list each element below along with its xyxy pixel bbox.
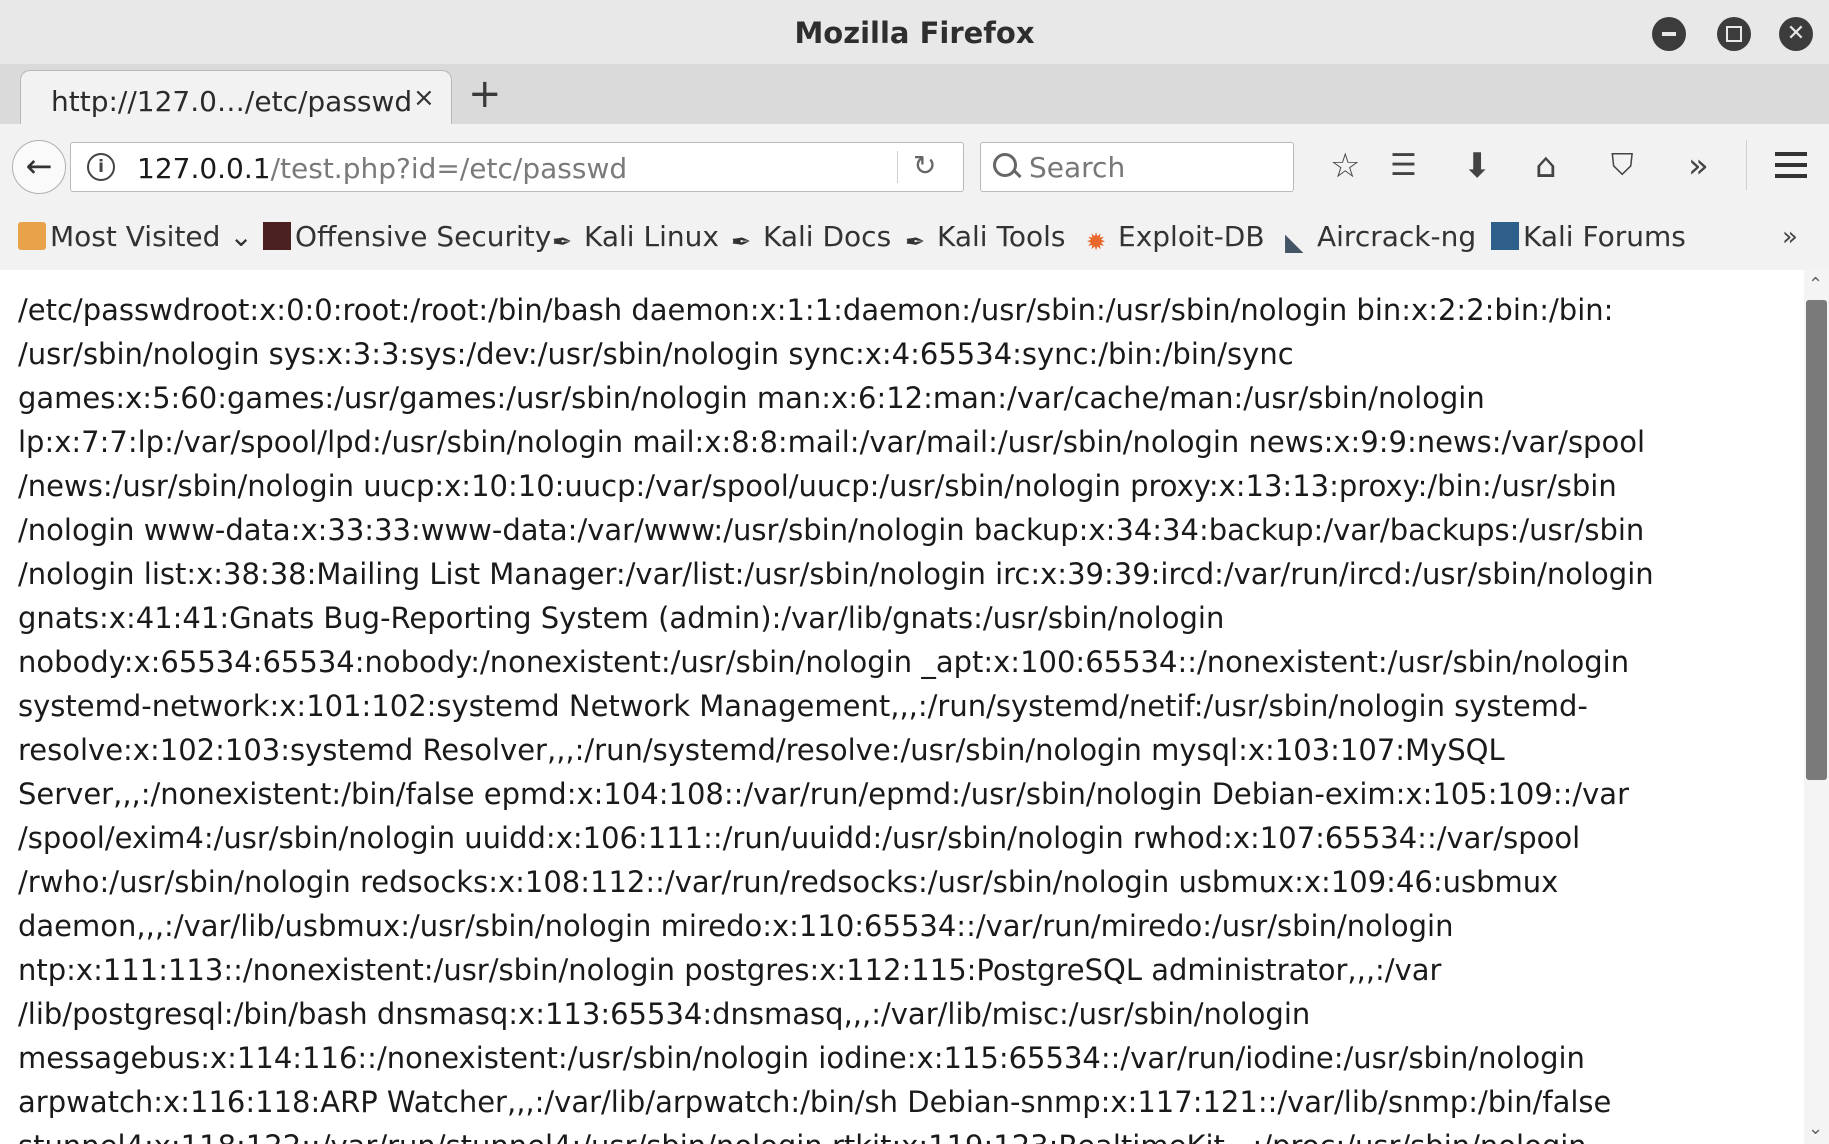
scroll-up-icon[interactable]: ⌃	[1808, 274, 1823, 295]
scrollbar-thumb[interactable]	[1806, 300, 1827, 780]
search-bar[interactable]	[980, 142, 1294, 192]
vertical-scrollbar[interactable]: ⌃ ⌄	[1804, 270, 1829, 1144]
tab-active[interactable]: http://127.0…/etc/passwd ×	[20, 70, 452, 129]
aircrack-icon: ◣	[1285, 228, 1304, 256]
bookmark-kali-tools[interactable]: ✒ Kali Tools	[905, 220, 1065, 256]
window-title: Mozilla Firefox	[794, 16, 1035, 50]
tab-label: http://127.0…/etc/passwd	[51, 85, 413, 118]
bookmark-kali-forums[interactable]: Kali Forums	[1491, 220, 1686, 253]
passwd-output: /etc/passwdroot:x:0:0:root:/root:/bin/ba…	[18, 293, 1654, 1144]
overflow-icon[interactable]: »	[1688, 148, 1709, 184]
exploit-db-icon: ✹	[1086, 228, 1107, 256]
bookmark-label: Kali Linux	[584, 220, 719, 253]
title-bar: Mozilla Firefox ✕	[0, 0, 1829, 65]
bookmark-label: Kali Docs	[763, 220, 892, 253]
minimize-button[interactable]	[1652, 17, 1686, 51]
scroll-down-icon[interactable]: ⌄	[1808, 1118, 1823, 1139]
bookmark-label: Aircrack-ng	[1317, 220, 1477, 253]
kali-dragon-icon: ✒	[552, 228, 573, 256]
bookmarks-toolbar: Most Visited ⌄ Offensive Security ✒ Kali …	[0, 206, 1829, 271]
bookmarks-overflow-icon[interactable]: »	[1782, 222, 1798, 252]
kali-dragon-icon: ✒	[731, 228, 752, 256]
tab-close-button[interactable]: ×	[413, 83, 435, 113]
kali-dragon-icon: ✒	[905, 228, 926, 256]
offsec-icon	[263, 222, 291, 250]
home-icon[interactable]: ⌂	[1535, 148, 1557, 184]
address-bar[interactable]: i 127.0.0.1/test.php?id=/etc/passwd ↻	[70, 142, 964, 192]
pocket-icon[interactable]: ⛉	[1611, 148, 1634, 184]
close-window-button[interactable]: ✕	[1779, 17, 1813, 51]
url-separator	[897, 151, 898, 183]
bookmark-label: Most Visited	[50, 220, 221, 253]
kali-forums-icon	[1491, 222, 1519, 250]
download-icon[interactable]: ⬇	[1463, 148, 1492, 184]
bookmark-label: Kali Forums	[1523, 220, 1686, 253]
bookmark-kali-docs[interactable]: ✒ Kali Docs	[731, 220, 891, 256]
url-path: /test.php?id=/etc/passwd	[270, 152, 628, 185]
bookmark-label: Offensive Security	[295, 220, 552, 253]
new-tab-button[interactable]: +	[468, 74, 502, 114]
maximize-button[interactable]	[1717, 17, 1751, 51]
back-button[interactable]: ←	[12, 140, 66, 194]
url-text[interactable]: 127.0.0.1/test.php?id=/etc/passwd	[137, 152, 627, 185]
bookmark-exploit-db[interactable]: ✹ Exploit-DB	[1086, 220, 1265, 256]
page-content: /etc/passwdroot:x:0:0:root:/root:/bin/ba…	[0, 270, 1804, 1144]
menu-icon[interactable]	[1775, 152, 1807, 178]
bookmark-most-visited[interactable]: Most Visited ⌄	[18, 220, 253, 253]
tab-bar: http://127.0…/etc/passwd × +	[0, 64, 1829, 129]
search-icon	[993, 153, 1017, 177]
url-host: 127.0.0.1	[137, 152, 271, 185]
reload-icon[interactable]: ↻	[913, 149, 936, 182]
navigation-toolbar: ← i 127.0.0.1/test.php?id=/etc/passwd ↻ …	[0, 124, 1829, 207]
bookmark-label: Exploit-DB	[1118, 220, 1265, 253]
info-icon[interactable]: i	[87, 153, 115, 181]
folder-icon	[18, 222, 46, 250]
bookmark-offensive-security[interactable]: Offensive Security	[263, 220, 551, 253]
reading-list-icon[interactable]: ☰	[1390, 148, 1417, 184]
close-icon: ✕	[1786, 21, 1806, 46]
bookmark-aircrack-ng[interactable]: ◣ Aircrack-ng	[1285, 220, 1476, 256]
bookmark-label: Kali Tools	[937, 220, 1066, 253]
search-input[interactable]	[1027, 149, 1281, 185]
bookmark-kali-linux[interactable]: ✒ Kali Linux	[552, 220, 719, 256]
star-icon[interactable]: ☆	[1330, 148, 1360, 184]
toolbar-separator	[1746, 140, 1747, 190]
back-icon: ←	[25, 147, 53, 185]
